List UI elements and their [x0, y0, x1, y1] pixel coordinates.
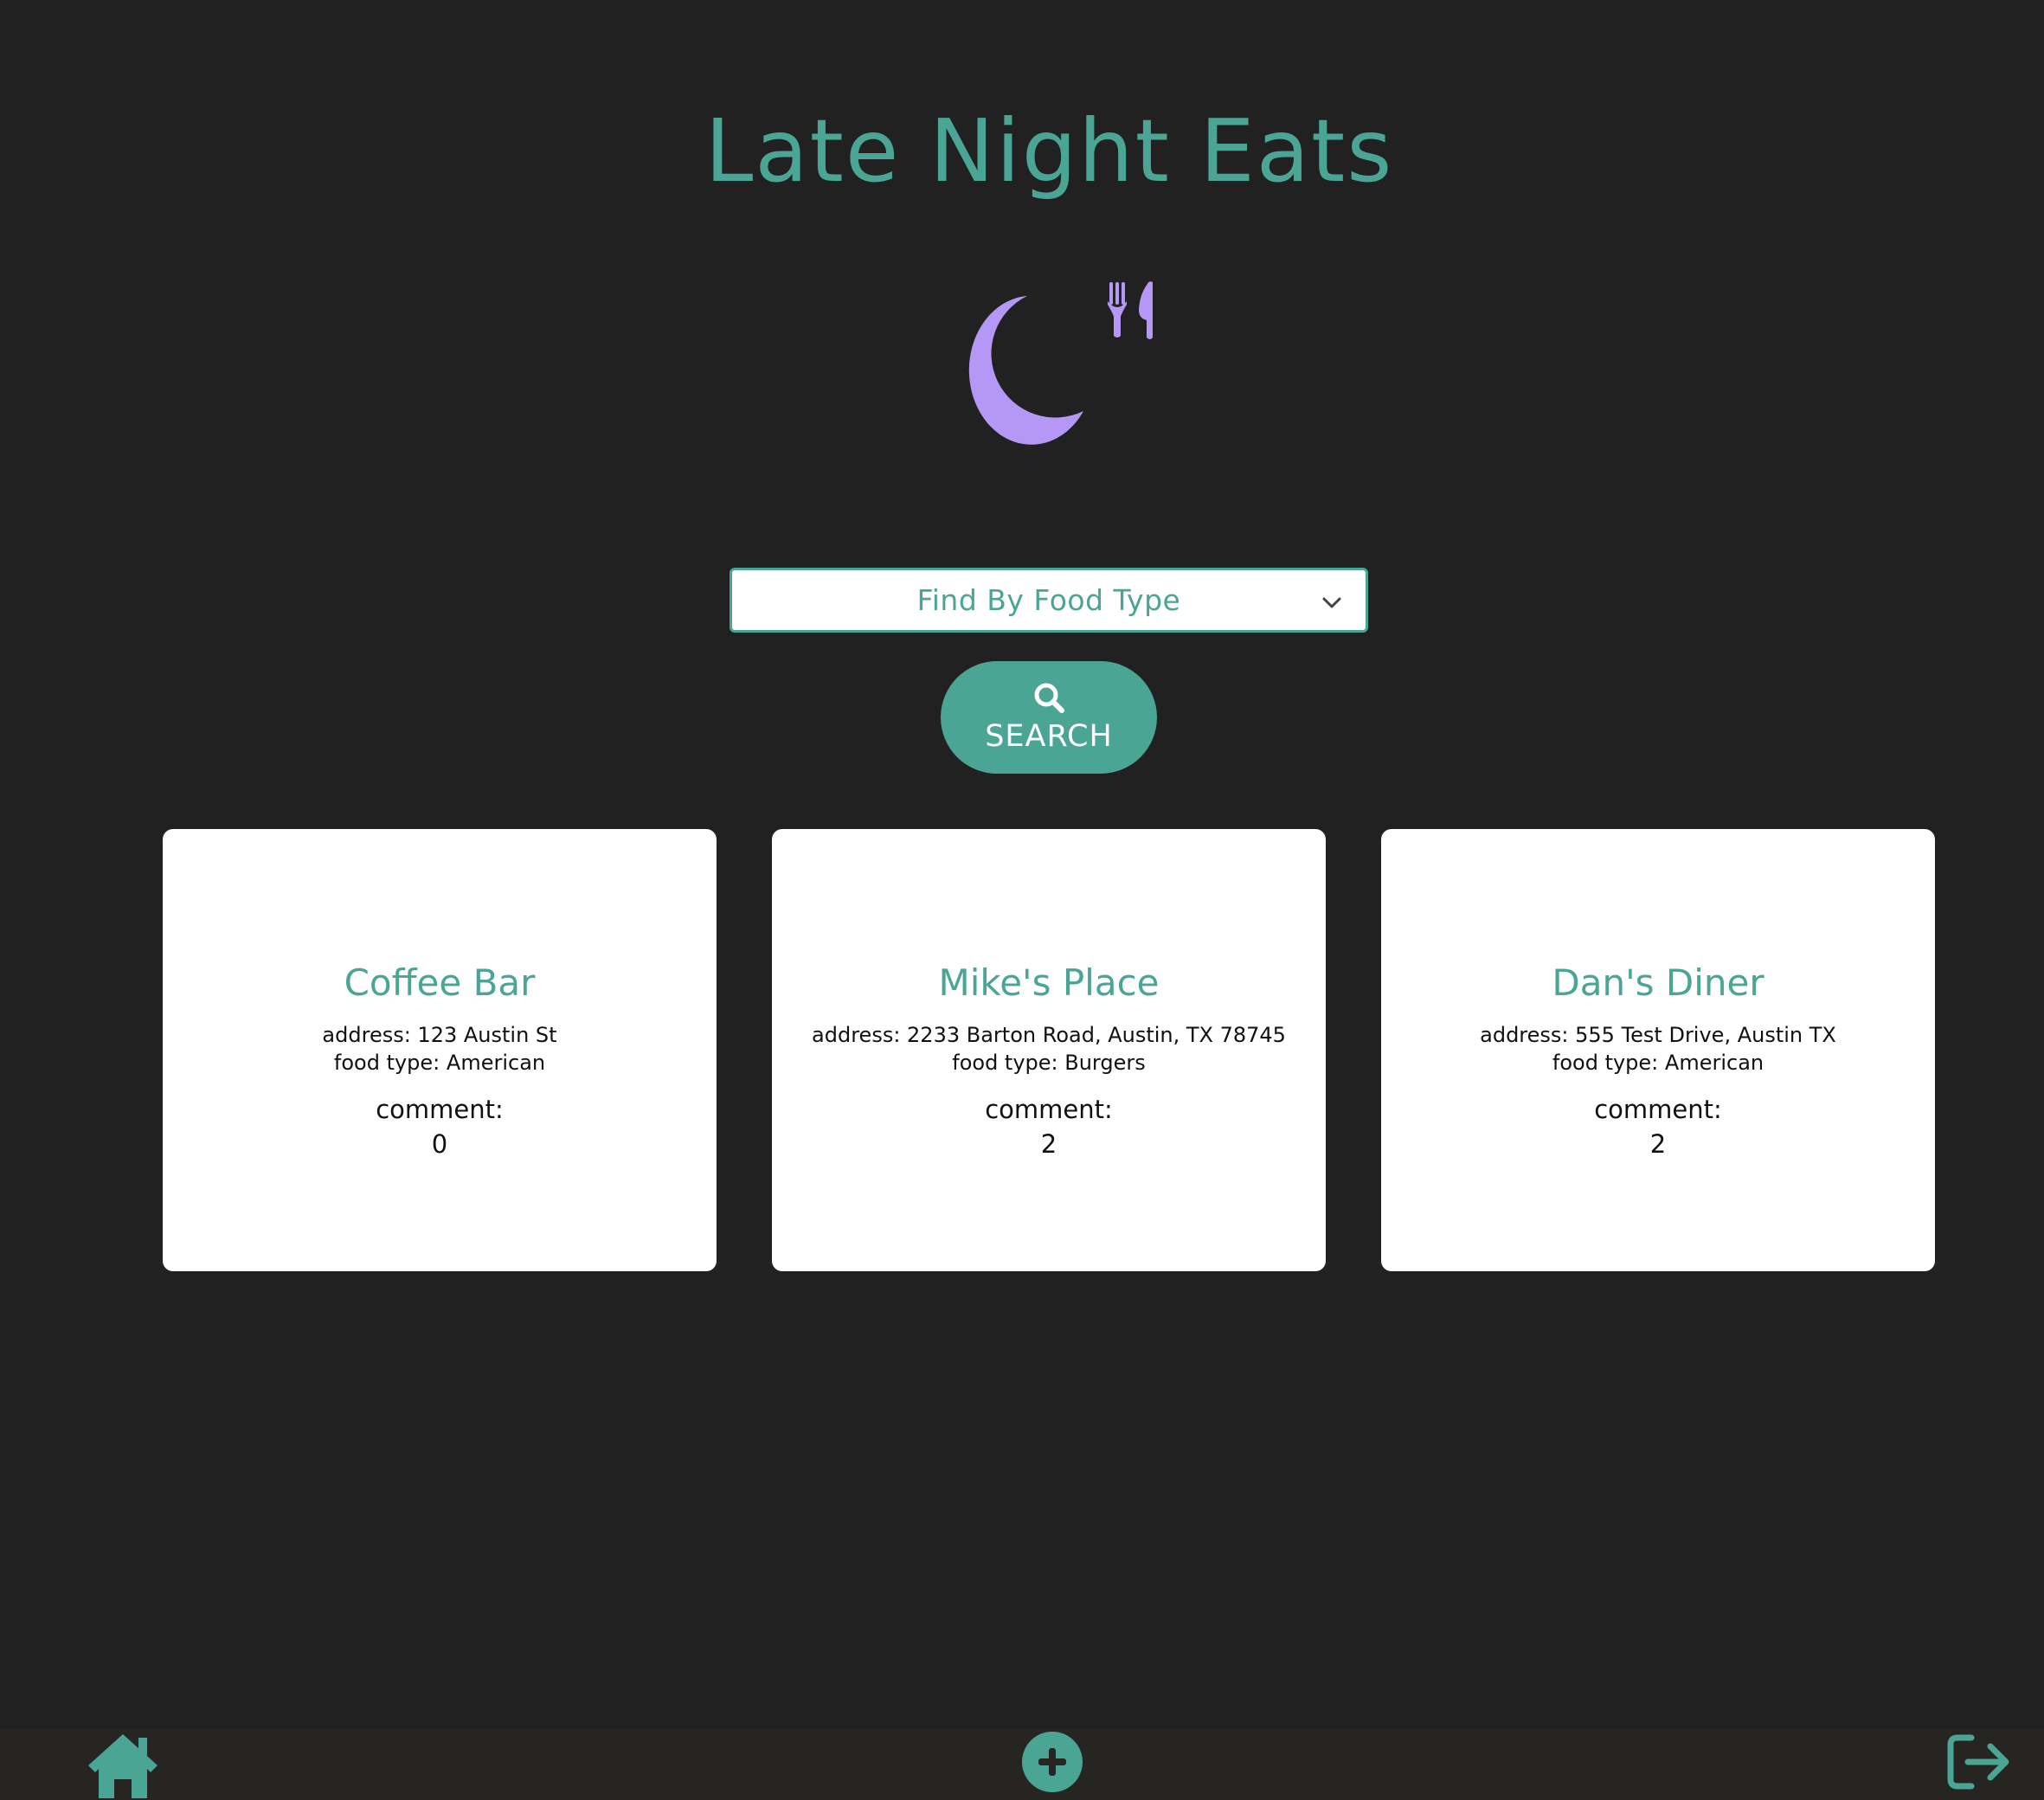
restaurant-address: address: 555 Test Drive, Austin TX [1480, 1023, 1836, 1047]
comment-count: 0 [431, 1129, 448, 1159]
search-button-label: SEARCH [985, 719, 1113, 754]
restaurant-name: Coffee Bar [344, 961, 536, 1004]
restaurant-address: address: 123 Austin St [322, 1023, 557, 1047]
page-title: Late Night Eats [704, 100, 1394, 202]
logout-icon[interactable] [1947, 1734, 2013, 1790]
restaurant-food-type: food type: American [333, 1051, 546, 1075]
comment-label: comment: [1594, 1095, 1722, 1124]
restaurant-card[interactable]: Mike's Place address: 2233 Barton Road, … [772, 829, 1326, 1271]
comment-count: 2 [1040, 1129, 1057, 1159]
home-icon[interactable] [87, 1731, 159, 1800]
chevron-down-icon [1322, 597, 1341, 608]
search-button[interactable]: SEARCH [941, 661, 1157, 774]
restaurant-card[interactable]: Dan's Diner address: 555 Test Drive, Aus… [1381, 829, 1935, 1271]
food-type-select[interactable]: Find By Food Type [730, 568, 1368, 633]
restaurant-name: Dan's Diner [1552, 961, 1764, 1004]
comment-label: comment: [376, 1095, 504, 1124]
restaurant-food-type: food type: American [1552, 1051, 1764, 1075]
page: Late Night Eats Find By Food Type SEARCH… [0, 0, 2044, 1800]
search-icon [1034, 683, 1064, 713]
restaurant-name: Mike's Place [938, 961, 1160, 1004]
moon-with-utensils-icon [968, 281, 1153, 445]
restaurant-card[interactable]: Coffee Bar address: 123 Austin St food t… [163, 829, 717, 1271]
restaurant-food-type: food type: Burgers [952, 1051, 1146, 1075]
comment-label: comment: [985, 1095, 1113, 1124]
comment-count: 2 [1649, 1129, 1667, 1159]
restaurant-list: Coffee Bar address: 123 Austin St food t… [163, 829, 1935, 1271]
plus-circle-icon[interactable] [1021, 1731, 1083, 1793]
restaurant-address: address: 2233 Barton Road, Austin, TX 78… [812, 1023, 1286, 1047]
food-type-select-value: Find By Food Type [916, 583, 1181, 617]
